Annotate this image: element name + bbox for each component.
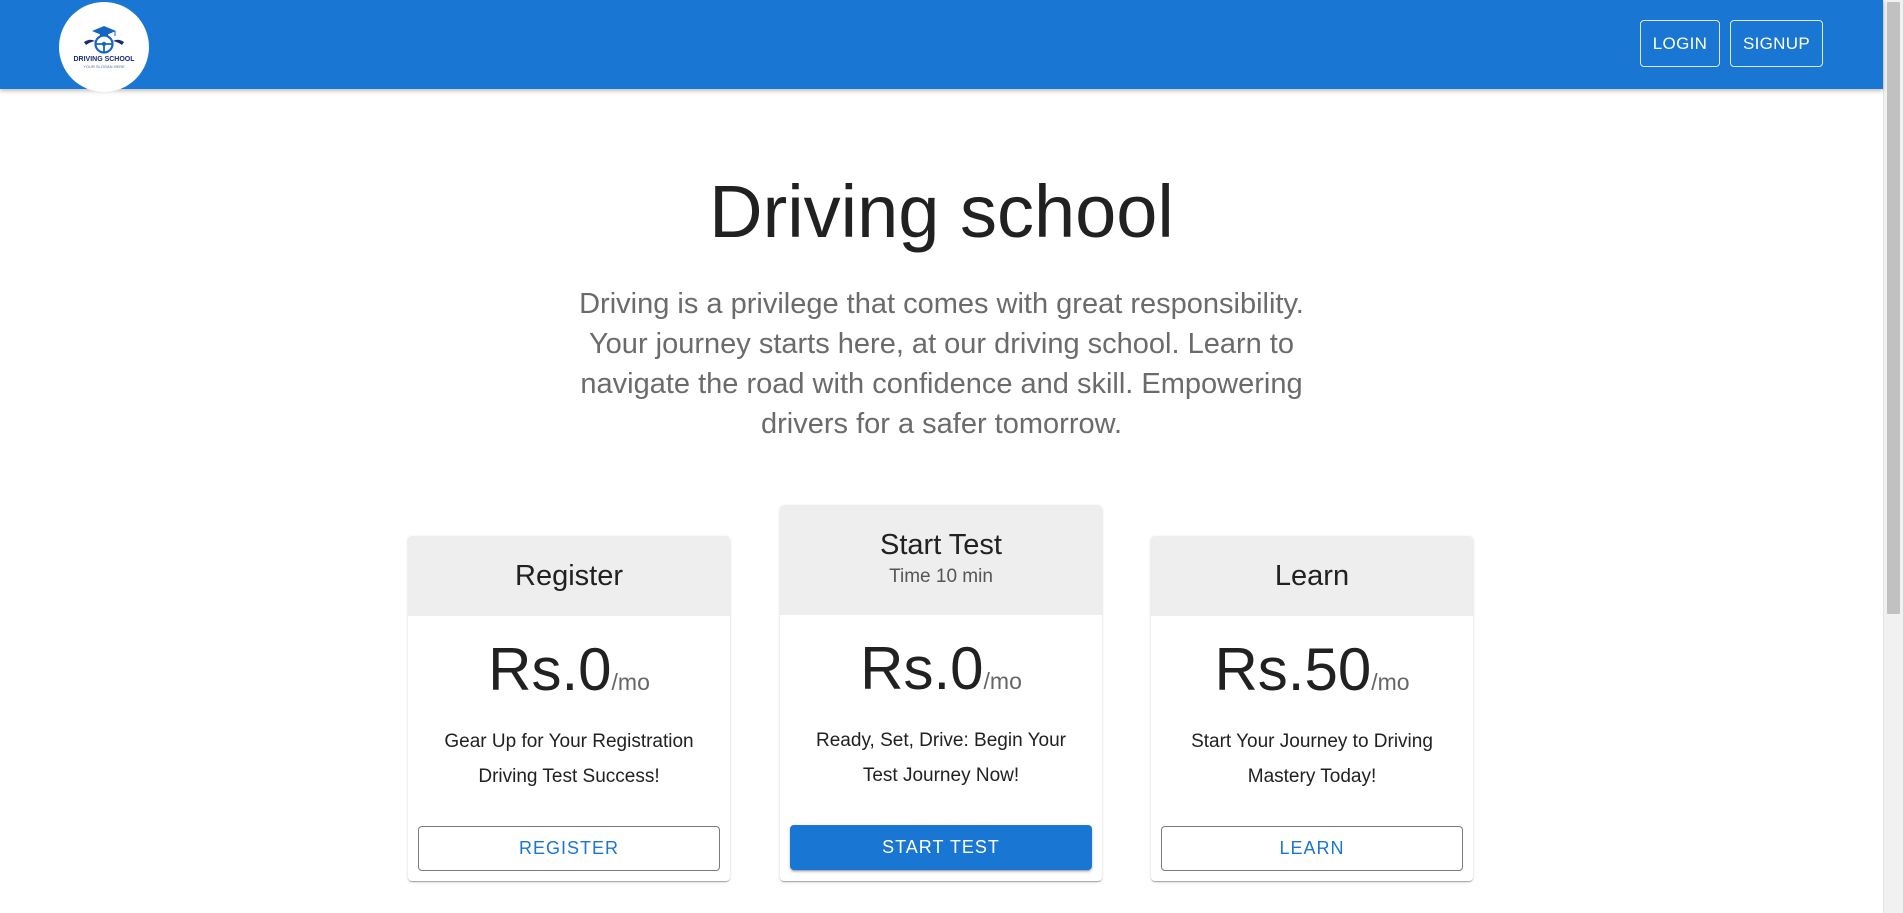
- card-title: Learn: [1274, 560, 1350, 592]
- card-price: Rs.0: [488, 636, 612, 703]
- logo[interactable]: DRIVING SCHOOL YOUR SLOGAN HERE: [59, 2, 149, 92]
- learn-button[interactable]: LEARN: [1161, 826, 1463, 871]
- pricing-card-learn: Learn Rs.50/mo Start Your Journey to Dri…: [1151, 536, 1473, 881]
- price-period: /mo: [611, 669, 650, 695]
- price-period: /mo: [983, 668, 1022, 694]
- register-button[interactable]: REGISTER: [418, 826, 720, 871]
- card-description: Ready, Set, Drive: Begin Your Test Journ…: [816, 730, 1066, 786]
- card-description: Start Your Journey to Driving Mastery To…: [1191, 731, 1433, 787]
- scrollbar-thumb[interactable]: [1887, 2, 1900, 614]
- price-row: Rs.0/mo: [408, 640, 730, 700]
- card-price: Rs.0: [860, 635, 984, 702]
- vertical-scrollbar[interactable]: [1883, 0, 1903, 913]
- start-test-button[interactable]: START TEST: [790, 825, 1092, 870]
- signup-button[interactable]: SIGNUP: [1730, 20, 1823, 67]
- card-price: Rs.50: [1214, 636, 1372, 703]
- card-header: Register: [408, 536, 730, 616]
- card-description: Gear Up for Your Registration Driving Te…: [444, 731, 694, 787]
- pricing-card-start-test: Start Test Time 10 min Rs.0/mo Ready, Se…: [780, 505, 1102, 881]
- page-title: Driving school: [709, 170, 1174, 253]
- steering-wheel-icon: [84, 26, 124, 54]
- card-title: Register: [515, 560, 623, 592]
- price-row: Rs.0/mo: [780, 639, 1102, 699]
- pricing-card-register: Register Rs.0/mo Gear Up for Your Regist…: [408, 536, 730, 881]
- price-period: /mo: [1371, 669, 1410, 695]
- logo-subtext: YOUR SLOGAN HERE: [83, 64, 125, 69]
- price-row: Rs.50/mo: [1151, 640, 1473, 700]
- logo-text: DRIVING SCHOOL: [73, 56, 135, 63]
- card-subtitle: Time 10 min: [889, 566, 993, 587]
- login-button[interactable]: LOGIN: [1640, 20, 1720, 67]
- card-header: Start Test Time 10 min: [780, 505, 1102, 615]
- card-header: Learn: [1151, 536, 1473, 616]
- page: DRIVING SCHOOL YOUR SLOGAN HERE LOGIN SI…: [0, 0, 1903, 913]
- hero-description: Driving is a privilege that comes with g…: [579, 288, 1304, 440]
- card-title: Start Test: [880, 529, 1002, 561]
- app-bar: DRIVING SCHOOL YOUR SLOGAN HERE LOGIN SI…: [0, 0, 1883, 92]
